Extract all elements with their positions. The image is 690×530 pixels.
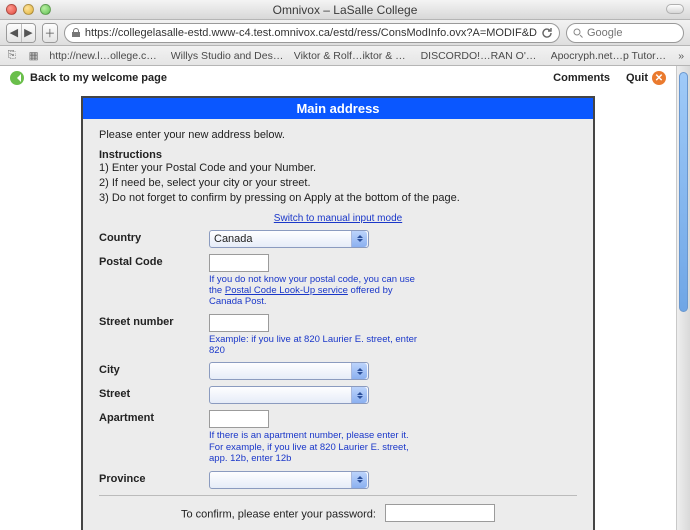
nav-segment: ◀ ▶: [6, 23, 36, 43]
viewport: Back to my welcome page Comments Quit ✕ …: [0, 66, 690, 530]
postal-code-input[interactable]: [209, 254, 269, 272]
instruction-item: 1) Enter your Postal Code and your Numbe…: [99, 161, 577, 176]
instructions-heading: Instructions: [99, 149, 577, 161]
forward-button[interactable]: ▶: [21, 24, 35, 42]
postal-lookup-link[interactable]: Postal Code Look-Up service: [225, 285, 348, 296]
bookmark-item[interactable]: Apocryph.net…p Tutorials: [551, 50, 669, 62]
street-label: Street: [99, 386, 209, 400]
divider: [99, 495, 577, 496]
back-arrow-icon: [10, 71, 24, 85]
chevron-updown-icon: [351, 231, 367, 247]
chevron-updown-icon: [351, 472, 367, 488]
apartment-label: Apartment: [99, 410, 209, 424]
back-button[interactable]: ◀: [7, 24, 21, 42]
instructions-list: 1) Enter your Postal Code and your Numbe…: [99, 161, 577, 206]
close-icon: ✕: [652, 71, 666, 85]
reload-icon[interactable]: [541, 27, 553, 39]
postal-code-label: Postal Code: [99, 254, 209, 268]
titlebar-pill-icon: [666, 4, 684, 14]
street-select[interactable]: [209, 386, 369, 404]
apartment-hint: If there is an apartment number, please …: [209, 430, 419, 464]
add-bookmark-button[interactable]: ＋: [43, 24, 57, 42]
apartment-input[interactable]: [209, 410, 269, 428]
quit-link[interactable]: Quit ✕: [626, 71, 666, 85]
street-number-label: Street number: [99, 314, 209, 328]
bookmarks-bar: ⎘ ▦ http://new.l…ollege.com/ Willys Stud…: [0, 46, 690, 66]
bookmark-item[interactable]: DISCORDO!…RAN O'SHEA: [421, 50, 541, 62]
country-label: Country: [99, 230, 209, 244]
chevron-updown-icon: [351, 387, 367, 403]
province-label: Province: [99, 471, 209, 485]
window-title: Omnivox – LaSalle College: [0, 3, 690, 17]
bookmark-item[interactable]: Viktor & Rolf…iktor & Rolf: [294, 50, 411, 62]
panel-intro: Please enter your new address below.: [99, 129, 577, 141]
quit-label: Quit: [626, 72, 648, 84]
scrollbar[interactable]: [676, 66, 690, 530]
add-segment: ＋: [42, 23, 58, 43]
comments-link[interactable]: Comments: [553, 72, 610, 84]
instruction-item: 3) Do not forget to confirm by pressing …: [99, 191, 577, 206]
search-bar[interactable]: [566, 23, 684, 43]
search-icon: [573, 28, 583, 38]
close-window-icon[interactable]: [6, 4, 17, 15]
city-select[interactable]: [209, 362, 369, 380]
switch-input-mode-link[interactable]: Switch to manual input mode: [274, 213, 402, 224]
chevron-updown-icon: [351, 363, 367, 379]
main-address-panel: Main address Please enter your new addre…: [81, 96, 595, 530]
scrollbar-thumb[interactable]: [679, 72, 688, 312]
window-titlebar: Omnivox – LaSalle College: [0, 0, 690, 20]
country-select[interactable]: Canada: [209, 230, 369, 248]
street-number-input[interactable]: [209, 314, 269, 332]
back-to-welcome-link[interactable]: Back to my welcome page: [10, 71, 167, 85]
page-action-strip: Back to my welcome page Comments Quit ✕: [0, 66, 676, 90]
bookmark-item[interactable]: Willys Studio and Design: [171, 50, 284, 62]
search-input[interactable]: [587, 27, 677, 39]
lock-icon: [71, 28, 81, 38]
country-value: Canada: [214, 233, 253, 245]
minimize-window-icon[interactable]: [23, 4, 34, 15]
address-bar[interactable]: https://collegelasalle-estd.www-c4.test.…: [64, 23, 560, 43]
show-bookmarks-icon[interactable]: ⎘: [6, 50, 18, 62]
zoom-window-icon[interactable]: [40, 4, 51, 15]
province-select[interactable]: [209, 471, 369, 489]
instruction-item: 2) If need be, select your city or your …: [99, 176, 577, 191]
browser-toolbar: ◀ ▶ ＋ https://collegelasalle-estd.www-c4…: [0, 20, 690, 46]
address-text: https://collegelasalle-estd.www-c4.test.…: [85, 27, 537, 39]
back-to-welcome-label: Back to my welcome page: [30, 72, 167, 84]
page-content: Back to my welcome page Comments Quit ✕ …: [0, 66, 676, 530]
confirm-row: To confirm, please enter your password:: [99, 504, 577, 522]
bookmark-item[interactable]: http://new.l…ollege.com/: [49, 50, 160, 62]
bookmarks-overflow-icon[interactable]: »: [678, 50, 684, 62]
city-label: City: [99, 362, 209, 376]
password-input[interactable]: [385, 504, 495, 522]
panel-title: Main address: [83, 98, 593, 119]
grid-icon[interactable]: ▦: [28, 50, 40, 62]
street-number-hint: Example: if you live at 820 Laurier E. s…: [209, 334, 419, 357]
confirm-label: To confirm, please enter your password:: [181, 508, 376, 520]
postal-code-hint: If you do not know your postal code, you…: [209, 274, 419, 308]
